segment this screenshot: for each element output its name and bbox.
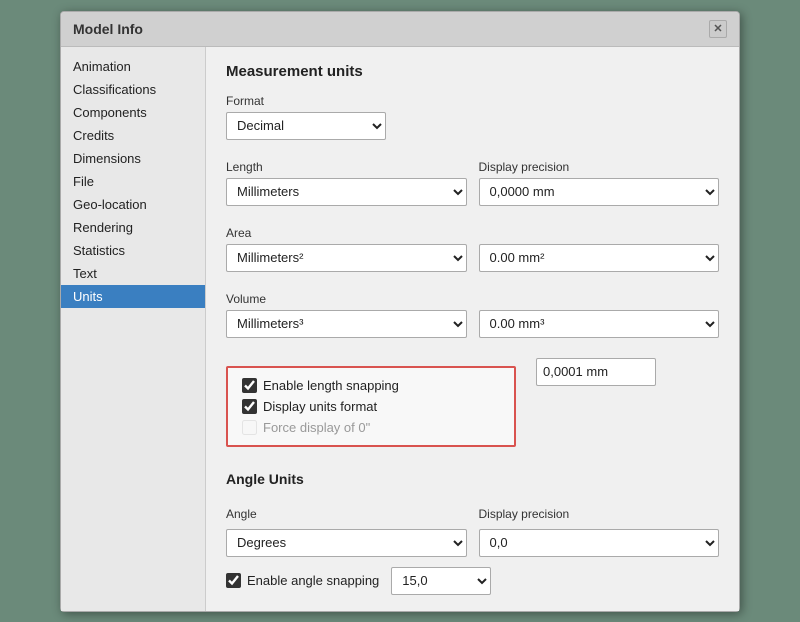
sidebar-item-file[interactable]: File: [61, 170, 205, 193]
display-precision-label: Display precision: [479, 160, 720, 174]
force-display-checkbox[interactable]: [242, 420, 257, 435]
volume-select[interactable]: Millimeters³Centimeters³Meters³: [226, 310, 467, 338]
sidebar-item-units[interactable]: Units: [61, 285, 205, 308]
sidebar-item-classifications[interactable]: Classifications: [61, 78, 205, 101]
sidebar-item-dimensions[interactable]: Dimensions: [61, 147, 205, 170]
force-display-label: Force display of 0": [263, 420, 370, 435]
angle-display-precision-label: Display precision: [479, 507, 720, 521]
sidebar-item-credits[interactable]: Credits: [61, 124, 205, 147]
format-label: Format: [226, 94, 719, 108]
dialog-titlebar: Model Info ✕: [61, 12, 739, 47]
area-label: Area: [226, 226, 467, 240]
enable-length-snapping-row: Enable length snapping: [242, 378, 500, 393]
snapping-checkbox-group: Enable length snapping Display units for…: [226, 366, 516, 447]
enable-length-snapping-checkbox[interactable]: [242, 378, 257, 393]
content-area: Measurement units Format DecimalArchitec…: [206, 47, 739, 611]
volume-label: Volume: [226, 292, 467, 306]
angle-section-title: Angle Units: [226, 465, 719, 487]
sidebar-item-text[interactable]: Text: [61, 262, 205, 285]
area-select[interactable]: Millimeters²Centimeters²Meters²: [226, 244, 467, 272]
angle-precision-select[interactable]: 0,0: [479, 529, 720, 557]
angle-label: Angle: [226, 507, 467, 521]
angle-select[interactable]: DegreesRadians: [226, 529, 467, 557]
format-select[interactable]: DecimalArchitecturalEngineeringFractiona…: [226, 112, 386, 140]
angle-snapping-value-select[interactable]: 15,0: [391, 567, 491, 595]
sidebar-item-statistics[interactable]: Statistics: [61, 239, 205, 262]
sidebar: AnimationClassificationsComponentsCredit…: [61, 47, 206, 611]
sidebar-item-components[interactable]: Components: [61, 101, 205, 124]
enable-angle-snapping-checkbox[interactable]: [226, 573, 241, 588]
section-title: Measurement units: [226, 63, 719, 80]
display-units-format-checkbox[interactable]: [242, 399, 257, 414]
dialog-body: AnimationClassificationsComponentsCredit…: [61, 47, 739, 611]
length-label: Length: [226, 160, 467, 174]
length-precision-select[interactable]: 0,0000 mm: [479, 178, 720, 206]
close-button[interactable]: ✕: [709, 20, 727, 38]
sidebar-item-rendering[interactable]: Rendering: [61, 216, 205, 239]
volume-precision-select[interactable]: 0.00 mm³: [479, 310, 720, 338]
force-display-row: Force display of 0": [242, 420, 500, 435]
snapping-value-input[interactable]: [536, 358, 656, 386]
display-units-format-label[interactable]: Display units format: [263, 399, 377, 414]
enable-angle-snapping-label[interactable]: Enable angle snapping: [247, 573, 379, 588]
enable-length-snapping-label[interactable]: Enable length snapping: [263, 378, 399, 393]
sidebar-item-animation[interactable]: Animation: [61, 55, 205, 78]
snapping-value-group: [536, 358, 656, 386]
sidebar-item-geo-location[interactable]: Geo-location: [61, 193, 205, 216]
display-units-format-row: Display units format: [242, 399, 500, 414]
length-select[interactable]: MillimetersCentimetersMetersInchesFeet: [226, 178, 467, 206]
model-info-dialog: Model Info ✕ AnimationClassificationsCom…: [60, 11, 740, 612]
dialog-title: Model Info: [73, 21, 143, 37]
area-precision-select[interactable]: 0.00 mm²: [479, 244, 720, 272]
enable-angle-snapping-row: Enable angle snapping: [226, 573, 379, 588]
